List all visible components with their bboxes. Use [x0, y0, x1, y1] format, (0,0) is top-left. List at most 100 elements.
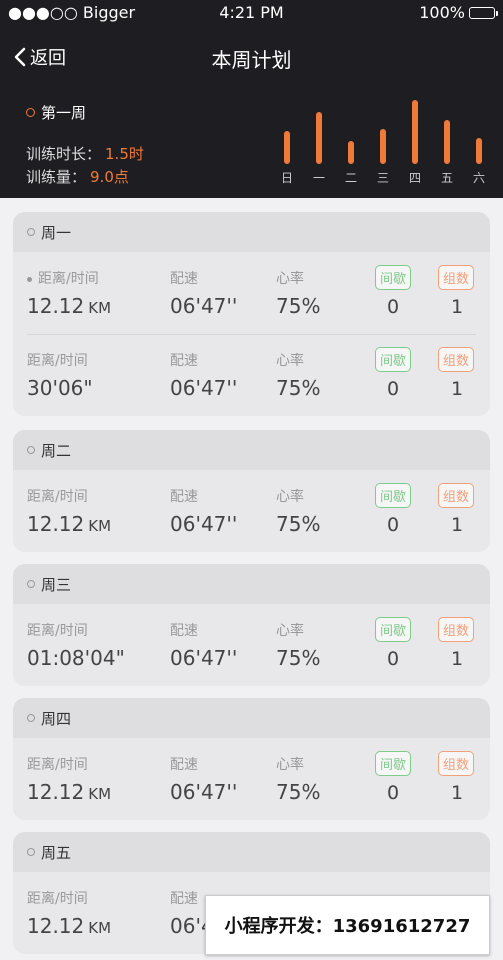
pace-value: 06'47'' — [170, 294, 238, 318]
distance-label: 距离/时间 — [27, 757, 88, 773]
day-card-header: 周一 — [13, 212, 490, 252]
interval-value: 0 — [386, 648, 400, 670]
day-label: 一 — [312, 171, 325, 185]
day-card[interactable]: 周二 距离/时间 12.12 KM 配速 06'47'' 心率 75% 间歇 0 组数 1 — [13, 430, 490, 552]
pace-value: 06'47'' — [170, 512, 238, 536]
sets-tag: 组数 — [438, 751, 475, 776]
ring-icon — [27, 580, 35, 588]
battery-percent: 100% — [419, 3, 465, 22]
sets-tag: 组数 — [438, 483, 475, 508]
heart-rate-label: 心率 — [276, 271, 304, 287]
heart-rate-label: 心率 — [276, 757, 304, 773]
pace-value: 06'47'' — [170, 780, 238, 804]
day-card[interactable]: 周三距离/时间 01:08'04" 配速 06'47'' 心率 75% 间歇 0 组数 1 — [13, 564, 490, 686]
day-label: 三 — [376, 171, 389, 185]
day-card[interactable]: 周一 距离/时间 12.12 KM 配速 06'47'' 心率 75% 间歇 0 组数 1 距离/时间 3… — [13, 212, 490, 416]
bar — [348, 141, 354, 164]
day-label: 五 — [440, 171, 453, 185]
volume-stat: 训练量： 9.0点 — [26, 168, 129, 186]
pace-label: 配速 — [170, 271, 198, 287]
heart-rate-value: 75% — [276, 780, 321, 804]
weekly-bar-chart: 日一二三四五六 — [277, 94, 487, 186]
heart-rate-value: 75% — [276, 376, 321, 400]
pace-value: 06'47'' — [170, 376, 238, 400]
workout-row[interactable]: 距离/时间 12.12 KM 配速 06'47'' 心率 75% 间歇 0 组数 1 — [13, 470, 490, 552]
pace-label: 配速 — [170, 623, 198, 639]
distance-value: 12.12 KM — [27, 780, 112, 804]
sets-value: 1 — [450, 296, 464, 318]
day-label: 日 — [280, 171, 293, 185]
sets-value: 1 — [450, 648, 464, 670]
pace-label: 配速 — [170, 891, 198, 907]
distance-label: 距离/时间 — [27, 623, 88, 639]
bar-day-3: 三 — [373, 94, 393, 186]
bullet-icon — [27, 276, 32, 282]
heart-rate-value: 75% — [276, 294, 321, 318]
bar-day-0: 日 — [277, 94, 297, 186]
interval-tag: 间歇 — [375, 617, 412, 642]
bar — [444, 120, 450, 164]
interval-tag: 间歇 — [375, 347, 412, 372]
battery-icon — [469, 6, 498, 19]
sets-tag: 组数 — [438, 347, 475, 372]
workout-row[interactable]: 距离/时间 12.12 KM 配速 06'47'' 心率 75% 间歇 0 组数 1 — [13, 252, 490, 334]
interval-value: 0 — [386, 514, 400, 536]
heart-rate-value: 75% — [276, 512, 321, 536]
battery-indicator: 100% — [419, 3, 498, 22]
pace-value: 06'47'' — [170, 646, 238, 670]
workout-row[interactable]: 距离/时间 30'06" 配速 06'47'' 心率 75% 间歇 0 组数 1 — [13, 334, 490, 416]
distance-value: 12.12 KM — [27, 512, 112, 536]
distance-value: 12.12 KM — [27, 914, 112, 938]
header-panel: ●●●○○ Bigger 4:21 PM 100% 返回 本周计划 第一周 训练… — [0, 0, 503, 198]
bar — [380, 129, 386, 164]
ring-icon — [27, 714, 35, 722]
distance-label: 距离/时间 — [27, 353, 88, 369]
day-card-header: 周三 — [13, 564, 490, 604]
pace-label: 配速 — [170, 353, 198, 369]
interval-tag: 间歇 — [375, 751, 412, 776]
day-name: 周一 — [41, 223, 72, 242]
ring-icon — [27, 848, 35, 856]
pace-label: 配速 — [170, 489, 198, 505]
day-name: 周三 — [41, 575, 72, 594]
distance-label: 距离/时间 — [27, 268, 99, 288]
heart-rate-value: 75% — [276, 646, 321, 670]
status-bar: ●●●○○ Bigger 4:21 PM 100% — [0, 0, 503, 28]
bar — [316, 112, 322, 164]
distance-value: 01:08'04" — [27, 646, 125, 670]
interval-tag: 间歇 — [375, 483, 412, 508]
bar-day-6: 六 — [469, 94, 489, 186]
ring-icon — [26, 108, 35, 117]
ring-icon — [27, 228, 35, 236]
day-name: 周二 — [41, 441, 72, 460]
distance-value: 12.12 KM — [27, 294, 112, 318]
sets-value: 1 — [450, 378, 464, 400]
heart-rate-label: 心率 — [276, 623, 304, 639]
bar-day-5: 五 — [437, 94, 457, 186]
day-card-header: 周二 — [13, 430, 490, 470]
day-card[interactable]: 周四 距离/时间 12.12 KM 配速 06'47'' 心率 75% 间歇 0 组数 1 — [13, 698, 490, 820]
interval-value: 0 — [386, 378, 400, 400]
sets-tag: 组数 — [438, 617, 475, 642]
day-label: 四 — [408, 171, 421, 185]
interval-value: 0 — [386, 296, 400, 318]
page-title: 本周计划 — [211, 48, 292, 72]
sets-tag: 组数 — [438, 265, 475, 290]
bar-day-1: 一 — [309, 94, 329, 186]
workout-row[interactable]: 距离/时间 01:08'04" 配速 06'47'' 心率 75% 间歇 0 组数 1 — [13, 604, 490, 686]
distance-label: 距离/时间 — [27, 489, 88, 505]
bar-day-2: 二 — [341, 94, 361, 186]
day-name: 周五 — [41, 843, 72, 862]
day-card-header: 周五 — [13, 832, 490, 872]
day-label: 六 — [472, 171, 485, 185]
day-card-header: 周四 — [13, 698, 490, 738]
bar — [476, 138, 482, 164]
bar — [412, 100, 418, 164]
interval-tag: 间歇 — [375, 265, 412, 290]
duration-stat: 训练时长： 1.5时 — [26, 145, 144, 163]
bar-day-4: 四 — [405, 94, 425, 186]
day-name: 周四 — [41, 709, 72, 728]
ring-icon — [27, 446, 35, 454]
workout-row[interactable]: 距离/时间 12.12 KM 配速 06'47'' 心率 75% 间歇 0 组数 1 — [13, 738, 490, 820]
distance-label: 距离/时间 — [27, 891, 88, 907]
